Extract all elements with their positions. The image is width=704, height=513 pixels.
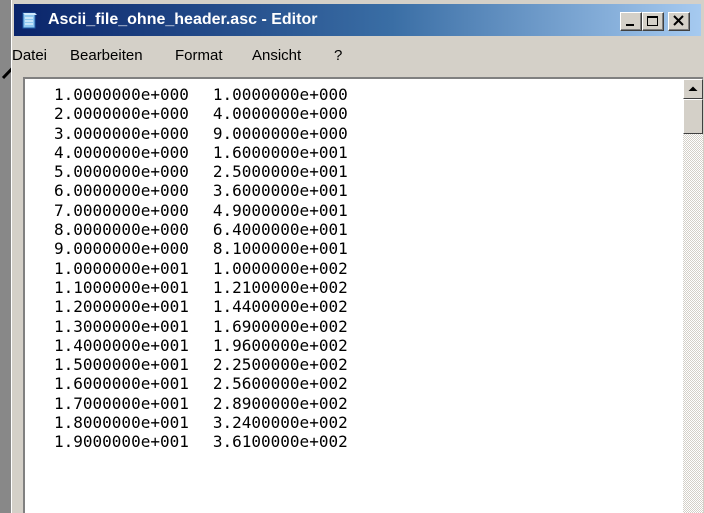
y-value: 4.9000000e+001 — [212, 200, 348, 220]
text-line: 9.0000000e+000 8.1000000e+001 — [54, 239, 348, 258]
x-value: 1.9000000e+001 — [54, 432, 189, 452]
y-value: 1.6000000e+001 — [212, 142, 348, 162]
text-line: 1.5000000e+001 2.2500000e+002 — [54, 355, 348, 374]
text-line: 6.0000000e+000 3.6000000e+001 — [54, 181, 348, 200]
menu-ansicht[interactable]: Ansicht — [252, 47, 301, 64]
text-line: 1.0000000e+000 1.0000000e+000 — [54, 85, 348, 104]
x-value: 1.2000000e+001 — [54, 297, 189, 317]
text-line: 8.0000000e+000 6.4000000e+001 — [54, 220, 348, 239]
menu-bar: Datei Bearbeiten Format Ansicht ? — [12, 42, 704, 68]
x-value: 1.7000000e+001 — [54, 393, 189, 413]
text-line: 4.0000000e+000 1.6000000e+001 — [54, 143, 348, 162]
x-value: 4.0000000e+000 — [54, 142, 189, 162]
y-value: 2.8900000e+002 — [212, 393, 348, 413]
y-value: 3.6100000e+002 — [212, 432, 348, 452]
menu-help[interactable]: ? — [334, 47, 342, 64]
x-value: 1.0000000e+000 — [54, 85, 189, 104]
text-editor-area[interactable]: 1.0000000e+000 1.0000000e+000 2.0000000e+0… — [23, 77, 703, 513]
x-value: 6.0000000e+000 — [54, 181, 189, 201]
text-line: 1.6000000e+001 2.5600000e+002 — [54, 374, 348, 393]
notepad-icon — [22, 12, 37, 29]
x-value: 5.0000000e+000 — [54, 162, 189, 182]
text-line: 1.4000000e+001 1.9600000e+002 — [54, 336, 348, 355]
y-value: 2.2500000e+002 — [212, 355, 348, 375]
y-value: 3.6000000e+001 — [212, 181, 348, 201]
text-line: 3.0000000e+000 9.0000000e+000 — [54, 124, 348, 143]
y-value: 1.9600000e+002 — [212, 335, 348, 355]
vertical-scrollbar[interactable] — [683, 79, 703, 513]
text-line: 1.3000000e+001 1.6900000e+002 — [54, 317, 348, 336]
y-value: 9.0000000e+000 — [212, 123, 348, 143]
arrow-up-icon — [688, 86, 698, 91]
x-value: 1.8000000e+001 — [54, 413, 189, 433]
minimize-button[interactable] — [620, 12, 642, 31]
menu-datei[interactable]: Datei — [12, 47, 47, 64]
maximize-icon — [647, 16, 658, 26]
y-value: 1.6900000e+002 — [212, 316, 348, 336]
y-value: 3.2400000e+002 — [212, 413, 348, 433]
y-value: 1.0000000e+002 — [212, 258, 348, 278]
x-value: 8.0000000e+000 — [54, 220, 189, 240]
text-line: 1.8000000e+001 3.2400000e+002 — [54, 413, 348, 432]
x-value: 2.0000000e+000 — [54, 104, 189, 124]
x-value: 7.0000000e+000 — [54, 200, 189, 220]
x-value: 9.0000000e+000 — [54, 239, 189, 259]
menu-bearbeiten[interactable]: Bearbeiten — [70, 47, 143, 64]
x-value: 1.6000000e+001 — [54, 374, 189, 394]
x-value: 1.3000000e+001 — [54, 316, 189, 336]
y-value: 1.0000000e+000 — [212, 85, 348, 104]
text-line: 1.0000000e+001 1.0000000e+002 — [54, 259, 348, 278]
maximize-button[interactable] — [642, 12, 664, 31]
text-content: 1.0000000e+000 1.0000000e+000 2.0000000e+0… — [54, 85, 348, 452]
text-line: 1.7000000e+001 2.8900000e+002 — [54, 394, 348, 413]
text-line: 2.0000000e+000 4.0000000e+000 — [54, 104, 348, 123]
close-button[interactable] — [668, 12, 690, 31]
y-value: 2.5600000e+002 — [212, 374, 348, 394]
menu-format[interactable]: Format — [175, 47, 223, 64]
x-value: 1.4000000e+001 — [54, 335, 189, 355]
y-value: 4.0000000e+000 — [212, 104, 348, 124]
scroll-thumb[interactable] — [683, 99, 703, 134]
text-line: 7.0000000e+000 4.9000000e+001 — [54, 201, 348, 220]
x-value: 1.0000000e+001 — [54, 258, 189, 278]
close-icon — [673, 15, 684, 26]
y-value: 1.2100000e+002 — [212, 277, 348, 297]
y-value: 8.1000000e+001 — [212, 239, 348, 259]
text-line: 1.1000000e+001 1.2100000e+002 — [54, 278, 348, 297]
x-value: 3.0000000e+000 — [54, 123, 189, 143]
notepad-window: Ascii_file_ohne_header.asc - Editor Date… — [11, 0, 704, 513]
text-line: 5.0000000e+000 2.5000000e+001 — [54, 162, 348, 181]
x-value: 1.5000000e+001 — [54, 355, 189, 375]
y-value: 2.5000000e+001 — [212, 162, 348, 182]
y-value: 6.4000000e+001 — [212, 220, 348, 240]
x-value: 1.1000000e+001 — [54, 277, 189, 297]
text-line: 1.9000000e+001 3.6100000e+002 — [54, 432, 348, 451]
window-title: Ascii_file_ohne_header.asc - Editor — [48, 11, 318, 28]
title-bar[interactable]: Ascii_file_ohne_header.asc - Editor — [14, 4, 701, 36]
y-value: 1.4400000e+002 — [212, 297, 348, 317]
scroll-up-button[interactable] — [683, 79, 703, 99]
minimize-icon — [626, 24, 634, 26]
text-line: 1.2000000e+001 1.4400000e+002 — [54, 297, 348, 316]
